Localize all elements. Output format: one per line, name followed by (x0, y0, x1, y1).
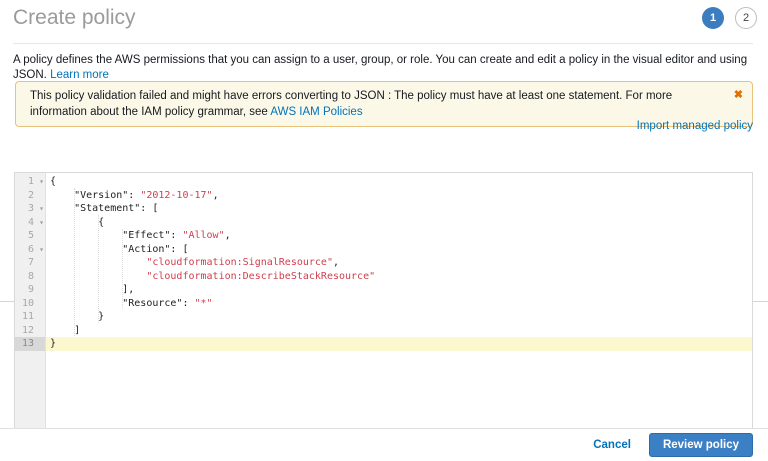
code-line[interactable]: "Action": [ (46, 243, 752, 257)
gutter-line-number: 11 (15, 310, 45, 324)
code-line[interactable]: "Version": "2012-10-17", (46, 189, 752, 203)
step-2-badge: 2 (735, 7, 757, 29)
json-policy-editor[interactable]: 1▾23▾4▾56▾78910111213 { "Version": "2012… (14, 172, 753, 428)
fold-arrow-icon[interactable]: ▾ (39, 243, 44, 257)
code-line[interactable]: "Resource": "*" (46, 297, 752, 311)
close-icon[interactable]: ✖ (734, 87, 743, 103)
code-line[interactable]: { (46, 175, 752, 189)
fold-arrow-icon[interactable]: ▾ (39, 216, 44, 230)
review-policy-button[interactable]: Review policy (649, 433, 753, 457)
intro-text: A policy defines the AWS permissions tha… (13, 53, 753, 83)
code-line[interactable]: ] (46, 324, 752, 338)
intro-description: A policy defines the AWS permissions tha… (13, 54, 747, 81)
code-line[interactable]: "cloudformation:SignalResource", (46, 256, 752, 270)
gutter-line-number: 10 (15, 297, 45, 311)
import-managed-policy-link[interactable]: Import managed policy (637, 120, 753, 132)
step-indicator: 1 2 (702, 7, 757, 29)
gutter-line-number: 1▾ (15, 175, 45, 189)
gutter-line-number: 4▾ (15, 216, 45, 230)
gutter-line-number: 2 (15, 189, 45, 203)
gutter-line-number: 6▾ (15, 243, 45, 257)
step-1-badge: 1 (702, 7, 724, 29)
code-line[interactable]: "Effect": "Allow", (46, 229, 752, 243)
gutter-line-number: 7 (15, 256, 45, 270)
aws-iam-policies-link[interactable]: AWS IAM Policies (270, 106, 362, 118)
gutter-line-number: 9 (15, 283, 45, 297)
code-line[interactable]: } (46, 337, 752, 351)
editor-gutter: 1▾23▾4▾56▾78910111213 (15, 173, 46, 428)
fold-arrow-icon[interactable]: ▾ (39, 175, 44, 189)
code-line[interactable]: ], (46, 283, 752, 297)
code-line[interactable]: "Statement": [ (46, 202, 752, 216)
code-line[interactable]: } (46, 310, 752, 324)
editor-code[interactable]: { "Version": "2012-10-17", "Statement": … (46, 173, 752, 428)
gutter-line-number: 13 (15, 337, 45, 351)
fold-arrow-icon[interactable]: ▾ (39, 202, 44, 216)
header-divider (13, 43, 753, 44)
page-title: Create policy (13, 6, 136, 30)
gutter-line-number: 5 (15, 229, 45, 243)
create-policy-page: Create policy 1 2 A policy defines the A… (0, 0, 768, 461)
code-line[interactable]: { (46, 216, 752, 230)
learn-more-link[interactable]: Learn more (50, 69, 109, 81)
gutter-line-number: 3▾ (15, 202, 45, 216)
gutter-line-number: 8 (15, 270, 45, 284)
cancel-button[interactable]: Cancel (593, 439, 631, 451)
gutter-line-number: 12 (15, 324, 45, 338)
footer-bar: Cancel Review policy (0, 428, 768, 461)
code-line[interactable]: "cloudformation:DescribeStackResource" (46, 270, 752, 284)
